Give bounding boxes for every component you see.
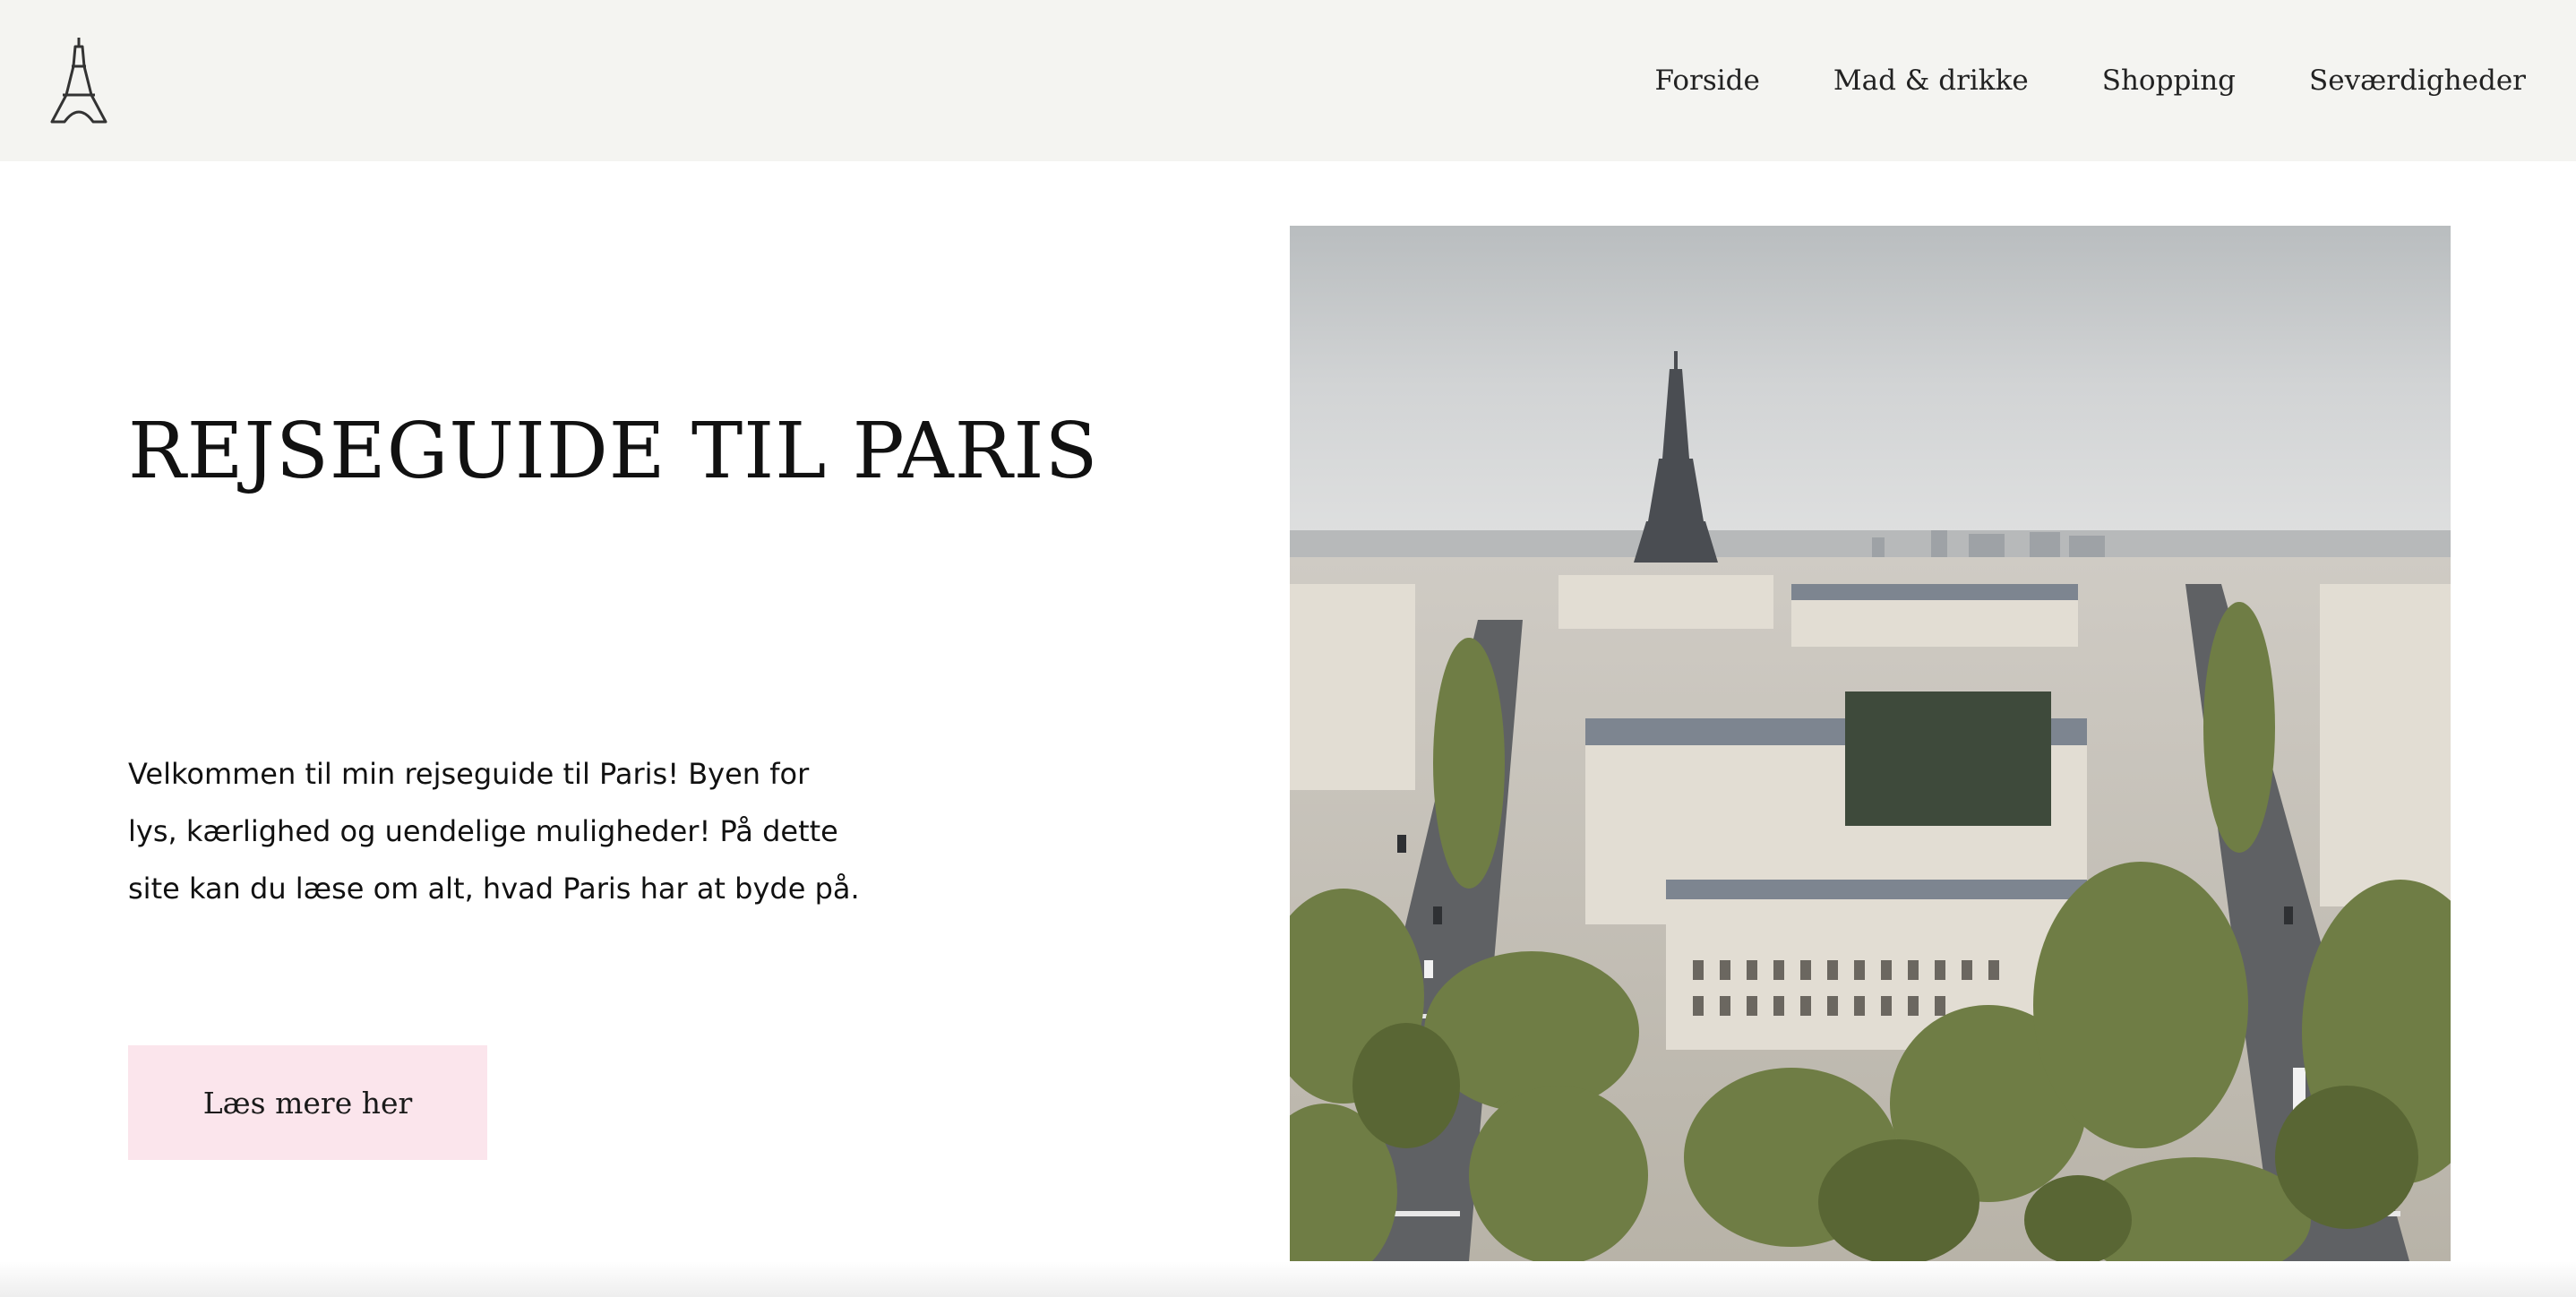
page-bottom-fade xyxy=(0,1261,2576,1297)
nav-shopping[interactable]: Shopping xyxy=(2102,64,2236,97)
hero-intro-text: Velkommen til min rejseguide til Paris! … xyxy=(128,757,860,906)
paris-photo xyxy=(1290,226,2451,1261)
nav-sevaerdigheder[interactable]: Seværdigheder xyxy=(2309,64,2526,97)
eiffel-tower-icon[interactable] xyxy=(47,36,111,125)
main-nav: Forside Mad & drikke Shopping Seværdighe… xyxy=(1655,0,2526,161)
nav-mad-drikke[interactable]: Mad & drikke xyxy=(1833,64,2029,97)
site-header: Forside Mad & drikke Shopping Seværdighe… xyxy=(0,0,2576,161)
hero-title: REJSEGUIDE TIL PARIS xyxy=(128,407,1099,496)
read-more-button[interactable]: Læs mere her xyxy=(128,1045,487,1160)
nav-forside[interactable]: Forside xyxy=(1655,64,1760,97)
